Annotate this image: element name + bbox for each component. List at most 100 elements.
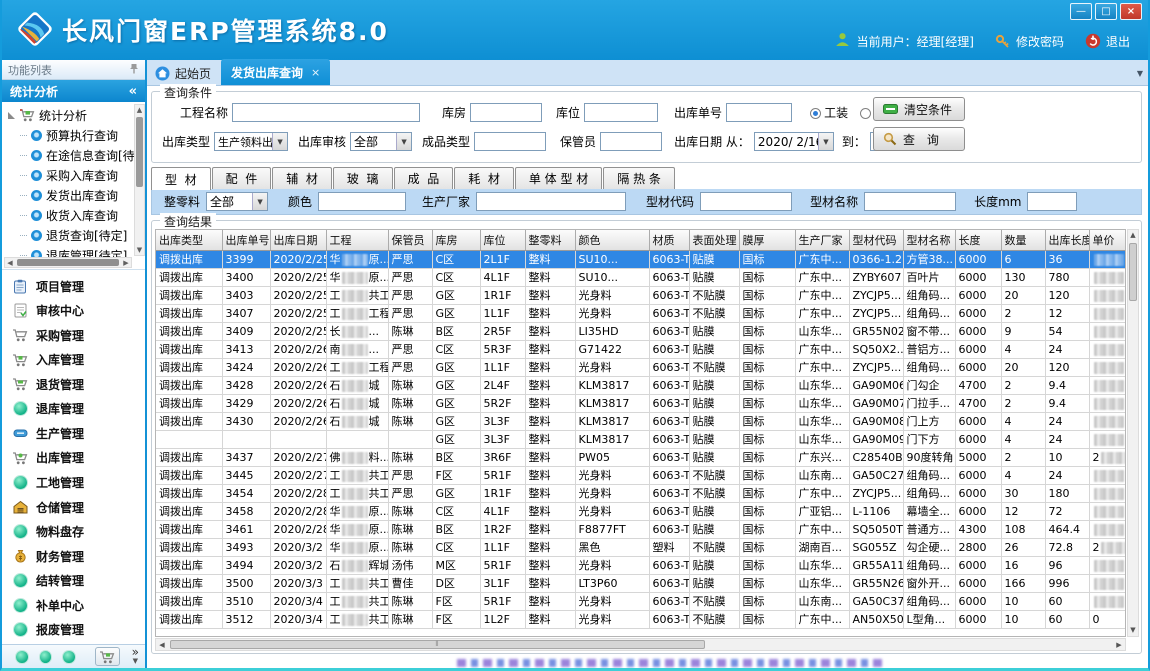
sidebar-item-退库管理[interactable]: 退库管理 [12,400,145,417]
sidebar-item-采购管理[interactable]: 采购管理 [12,327,145,344]
material-tab-型材[interactable]: 型 材 [151,167,211,190]
column-header-整零料[interactable]: 整零料 [525,230,575,250]
column-header-出库类型[interactable]: 出库类型 [156,230,222,250]
table-row[interactable]: 调拨出库34282020/2/26石城陈琳G区2L4F整料KLM38176063… [156,376,1126,394]
table-row[interactable]: 调拨出库35102020/3/4工共工程陈琳F区5R1F整料光身料6063-T5… [156,592,1126,610]
profile-code-input[interactable] [700,192,792,211]
material-tab-隔热条[interactable]: 隔 热 条 [603,167,675,189]
collapsed-menu-dot[interactable] [40,651,52,663]
scroll-thumb[interactable] [1129,243,1137,301]
pin-icon[interactable] [129,63,139,77]
tab-home[interactable]: 起始页 [147,61,221,85]
keeper-input[interactable] [600,132,662,151]
change-password-button[interactable]: 修改密码 [995,33,1064,50]
table-row[interactable]: 调拨出库34092020/2/25长...陈琳B区2R5F整料LI35HD606… [156,322,1126,340]
product-type-input[interactable] [474,132,546,151]
tab-list-dropdown-icon[interactable]: ▼ [1137,69,1143,78]
column-header-出库单号[interactable]: 出库单号 [222,230,270,250]
material-tab-耗材[interactable]: 耗 材 [454,167,514,189]
sidebar-item-工地管理[interactable]: 工地管理 [12,474,145,491]
table-row[interactable]: 调拨出库34372020/2/27佛料...陈琳B区3R6F整料PW056063… [156,448,1126,466]
logout-button[interactable]: 退出 [1085,33,1130,50]
color-input[interactable] [318,192,406,211]
tree-root[interactable]: 统计分析 [6,105,145,125]
column-header-单价[interactable]: 单价 [1089,230,1126,250]
tree-item[interactable]: 发货出库查询 [6,185,145,205]
sidebar-item-财务管理[interactable]: 财务管理 [12,548,145,565]
table-row[interactable]: 调拨出库35122020/3/4工共工程陈琳F区1L2F整料光身料6063-T5… [156,610,1126,628]
scroll-thumb[interactable] [136,117,143,187]
tree-horizontal-scrollbar[interactable]: ◀ ▶ [4,257,132,268]
material-tab-成品[interactable]: 成 品 [394,167,454,189]
collapsed-menu-dot[interactable] [16,651,28,663]
sidebar-item-入库管理[interactable]: 入库管理 [12,351,145,368]
column-header-出库长度[interactable]: 出库长度 [1045,230,1089,250]
table-row[interactable]: 调拨出库34582020/2/28华原...陈琳C区4L1F整料光身料6063-… [156,502,1126,520]
table-row[interactable]: 调拨出库34942020/3/2石辉城汤伟M区5R1F整料光身料6063-T5贴… [156,556,1126,574]
order-no-input[interactable] [726,103,792,122]
out-audit-select[interactable]: 全部▼ [350,132,412,151]
scroll-up-icon[interactable]: ▲ [135,105,144,115]
sidebar-item-审核中心[interactable]: 审核中心 [12,302,145,319]
scroll-left-icon[interactable]: ◀ [5,259,15,267]
tab-close-icon[interactable]: × [311,66,320,79]
tree-item[interactable]: 在途信息查询[待 [6,145,145,165]
length-input[interactable] [1027,192,1077,211]
scroll-right-icon[interactable]: ▶ [121,259,131,267]
tree-item[interactable]: 预算执行查询 [6,125,145,145]
column-header-表面处理[interactable]: 表面处理 [689,230,739,250]
table-row[interactable]: 调拨出库34032020/2/25工共工程严思G区1R1F整料光身料6063-T… [156,286,1126,304]
grid-horizontal-scrollbar[interactable]: ◀ ⫴ ▶ [155,638,1126,651]
table-row[interactable]: 调拨出库34932020/3/2华原...陈琳C区1L1F整料黑色塑料不贴膜国标… [156,538,1126,556]
maker-input[interactable] [476,192,626,211]
column-header-生产厂家[interactable]: 生产厂家 [795,230,849,250]
location-input[interactable] [584,103,658,122]
table-row[interactable]: 调拨出库34302020/2/26石城陈琳G区3L3F整料KLM38176063… [156,412,1126,430]
sidebar-item-结转管理[interactable]: 结转管理 [12,572,145,589]
whole-part-select[interactable]: 全部▼ [206,192,268,211]
table-row[interactable]: 调拨出库34132020/2/26南...严思C区5R3F整料G71422606… [156,340,1126,358]
sidebar-item-报废管理[interactable]: 报废管理 [12,621,145,638]
clear-conditions-button[interactable]: 清空条件 [873,97,965,121]
table-row[interactable]: 调拨出库34452020/2/27工共工程严思F区5R1F整料光身料6063-T… [156,466,1126,484]
column-header-出库日期[interactable]: 出库日期 [270,230,326,250]
column-header-长度[interactable]: 长度 [955,230,1001,250]
cart-footer-button[interactable] [95,647,120,666]
scroll-left-icon[interactable]: ◀ [156,641,168,649]
table-row[interactable]: 调拨出库35002020/3/3工共工程曹佳D区3L1F整料LT3P606063… [156,574,1126,592]
sidebar-item-仓储管理[interactable]: 仓储管理 [12,499,145,516]
column-header-数量[interactable]: 数量 [1001,230,1045,250]
more-menus-button[interactable]: »▼ [132,648,139,666]
column-header-保管员[interactable]: 保管员 [388,230,432,250]
material-tab-单体型材[interactable]: 单 体 型 材 [515,167,602,189]
out-type-select[interactable]: 生产领料出库▼ [214,132,288,151]
scroll-up-icon[interactable]: ▲ [1128,230,1138,241]
column-header-型材名称[interactable]: 型材名称 [903,230,955,250]
column-header-工程[interactable]: 工程 [326,230,388,250]
table-row[interactable]: 调拨出库34002020/2/25华原...严思C区4L1F整料SU10...6… [156,268,1126,286]
column-header-颜色[interactable]: 颜色 [575,230,649,250]
grid-vertical-scrollbar[interactable]: ▲ ▼ [1127,229,1139,637]
scroll-down-icon[interactable]: ▼ [1128,625,1138,636]
material-tab-辅材[interactable]: 辅 材 [272,167,332,189]
column-header-材质[interactable]: 材质 [649,230,689,250]
tree-item[interactable]: 收货入库查询 [6,205,145,225]
close-button[interactable]: × [1120,3,1142,20]
tree-item[interactable]: 采购入库查询 [6,165,145,185]
tree-vertical-scrollbar[interactable]: ▲ ▼ [134,104,145,256]
scroll-thumb[interactable]: ⫴ [170,640,705,649]
column-header-库房[interactable]: 库房 [432,230,480,250]
table-row[interactable]: 调拨出库34072020/2/25工工程严思G区1L1F整料光身料6063-T5… [156,304,1126,322]
sidebar-item-物料盘存[interactable]: 物料盘存 [12,523,145,540]
column-header-型材代码[interactable]: 型材代码 [849,230,903,250]
minimize-button[interactable]: — [1070,3,1092,20]
scroll-thumb[interactable] [17,259,119,266]
sidebar-item-项目管理[interactable]: 项目管理 [12,278,145,295]
scroll-down-icon[interactable]: ▼ [135,245,144,255]
sidebar-item-出库管理[interactable]: 出库管理 [12,449,145,466]
scroll-right-icon[interactable]: ▶ [1113,641,1125,649]
sidebar-item-生产管理[interactable]: 生产管理 [12,425,145,442]
table-row[interactable]: 调拨出库34242020/2/26工工程严思G区1L1F整料光身料6063-T5… [156,358,1126,376]
column-header-膜厚[interactable]: 膜厚 [739,230,795,250]
warehouse-input[interactable] [470,103,542,122]
